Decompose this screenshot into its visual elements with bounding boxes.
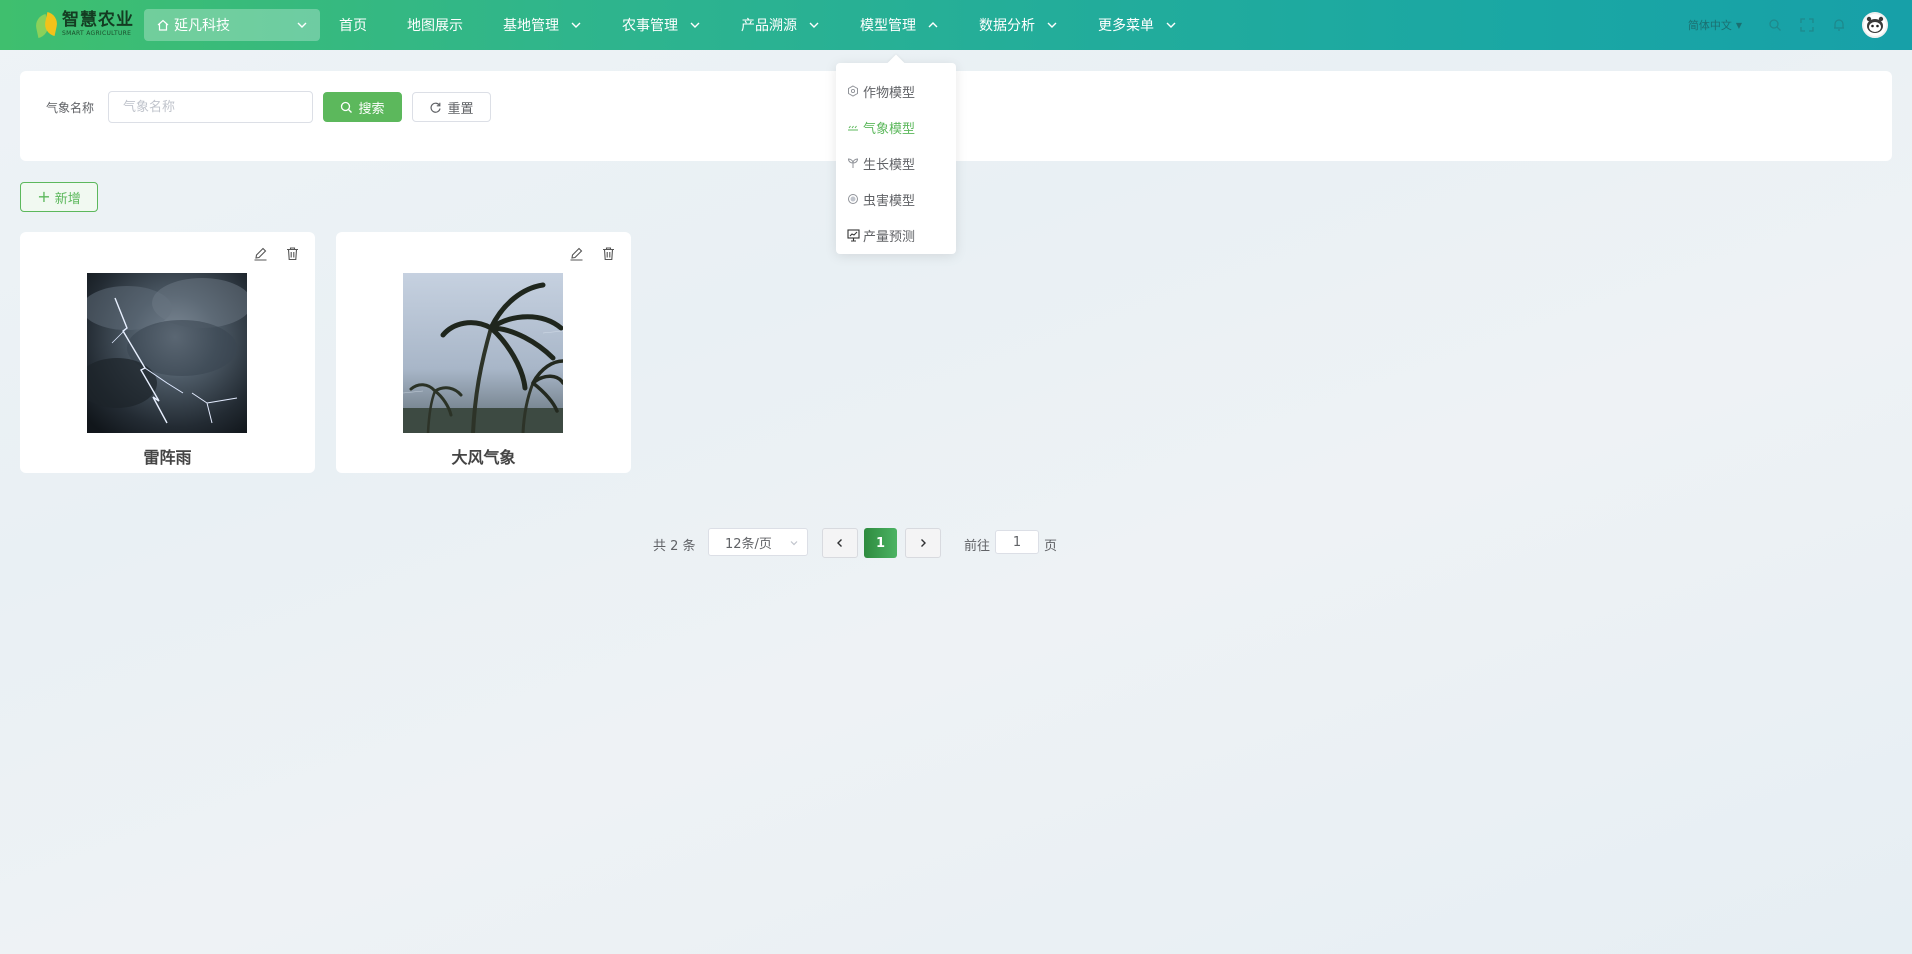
- crop-icon: [846, 84, 860, 98]
- next-page-button[interactable]: [905, 528, 941, 558]
- menu-item-pest-model[interactable]: 虫害模型: [836, 181, 956, 217]
- edit-icon[interactable]: [251, 244, 269, 262]
- page-suffix-label: 页: [1044, 539, 1058, 554]
- reset-button[interactable]: 重置: [412, 92, 491, 122]
- main-nav: 首页 地图展示 基地管理 农事管理 产品溯源 模型管理 数据分析 更多菜单: [339, 0, 1217, 50]
- delete-icon[interactable]: [599, 244, 617, 262]
- nav-home[interactable]: 首页: [339, 0, 367, 50]
- nav-more-menu[interactable]: 更多菜单: [1098, 0, 1177, 50]
- nav-map[interactable]: 地图展示: [407, 0, 463, 50]
- nav-base-management[interactable]: 基地管理: [503, 0, 582, 50]
- model-management-dropdown: 作物模型 气象模型 生长模型 虫害模型 产量预测: [836, 63, 956, 254]
- caret-down-icon: ▼: [1735, 20, 1742, 30]
- chevron-down-icon: [789, 537, 799, 552]
- strong-wind-image: [403, 273, 563, 433]
- chevron-right-icon: [921, 539, 926, 547]
- language-select[interactable]: 简体中文 ▼: [1688, 17, 1742, 33]
- plus-icon: +: [37, 187, 51, 206]
- weather-model-card[interactable]: 雷阵雨: [20, 232, 315, 473]
- organization-select[interactable]: 延凡科技: [144, 9, 320, 41]
- nav-farming-management[interactable]: 农事管理: [622, 0, 701, 50]
- menu-item-crop-model[interactable]: 作物模型: [836, 73, 956, 109]
- page-number-button[interactable]: 1: [864, 528, 897, 558]
- nav-data-analysis[interactable]: 数据分析: [979, 0, 1058, 50]
- nav-product-traceability[interactable]: 产品溯源: [741, 0, 820, 50]
- chevron-down-icon: [296, 19, 308, 35]
- brand-logo[interactable]: 智慧农业 SMART AGRICULTURE: [33, 9, 134, 39]
- card-title: 大风气象: [451, 448, 516, 467]
- goto-label: 前往: [964, 539, 991, 554]
- pest-icon: [846, 192, 860, 206]
- search-icon: [340, 101, 353, 114]
- fullscreen-icon[interactable]: [1798, 16, 1816, 34]
- add-button-label: 新增: [54, 191, 81, 207]
- weather-icon: [846, 120, 860, 134]
- chevron-down-icon: [1165, 19, 1177, 31]
- search-panel: 气象名称 搜索 重置: [20, 71, 1892, 161]
- chevron-down-icon: [1046, 19, 1058, 31]
- search-button-label: 搜索: [358, 101, 385, 117]
- chevron-down-icon: [570, 19, 582, 31]
- yield-chart-icon: [846, 228, 860, 242]
- card-title: 雷阵雨: [143, 448, 192, 467]
- weather-name-input[interactable]: [108, 91, 313, 123]
- chevron-down-icon: [689, 19, 701, 31]
- growth-icon: [846, 156, 860, 170]
- brand-subtitle: SMART AGRICULTURE: [62, 29, 132, 37]
- weather-name-label: 气象名称: [46, 101, 95, 115]
- reset-button-label: 重置: [447, 101, 474, 117]
- delete-icon[interactable]: [283, 244, 301, 262]
- weather-model-card[interactable]: 大风气象: [336, 232, 631, 473]
- thunderstorm-image: [87, 273, 247, 433]
- organization-select-value: 延凡科技: [174, 18, 230, 34]
- brand-name: 智慧农业: [62, 9, 134, 30]
- goto-page-input[interactable]: [995, 530, 1039, 554]
- notification-icon[interactable]: [1830, 16, 1848, 34]
- prev-page-button[interactable]: [822, 528, 858, 558]
- top-navbar: 智慧农业 SMART AGRICULTURE 延凡科技 首页 地图展示 基地管理…: [0, 0, 1912, 50]
- pagination: 共 2 条 12条/页 1 前往 页: [0, 528, 1912, 558]
- menu-item-growth-model[interactable]: 生长模型: [836, 145, 956, 181]
- user-avatar[interactable]: [1862, 12, 1888, 38]
- nav-model-management[interactable]: 模型管理: [860, 0, 939, 50]
- chevron-down-icon: [808, 19, 820, 31]
- edit-icon[interactable]: [567, 244, 585, 262]
- search-button[interactable]: 搜索: [323, 92, 402, 122]
- add-button[interactable]: + 新增: [20, 182, 98, 212]
- pagination-total: 共 2 条: [653, 539, 696, 554]
- home-icon: [156, 18, 170, 32]
- chevron-left-icon: [837, 539, 842, 547]
- chevron-up-icon: [927, 19, 939, 31]
- menu-item-weather-model[interactable]: 气象模型: [836, 109, 956, 145]
- refresh-icon: [429, 101, 442, 114]
- page-size-select[interactable]: 12条/页: [708, 528, 808, 556]
- header-tools: 简体中文 ▼: [1688, 0, 1888, 50]
- menu-item-yield-prediction[interactable]: 产量预测: [836, 217, 956, 253]
- logo-leaf-icon: [33, 9, 60, 39]
- search-icon[interactable]: [1766, 16, 1784, 34]
